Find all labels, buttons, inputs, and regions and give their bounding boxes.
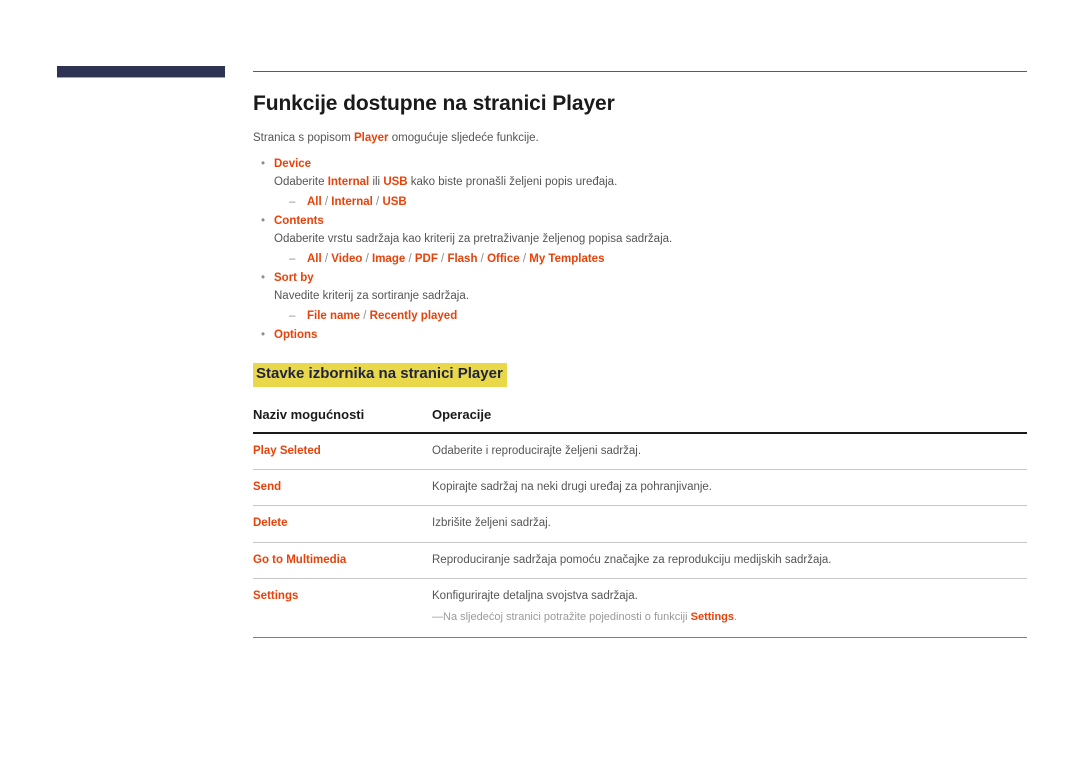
menu-item-operation: Kopirajte sadržaj na neki drugi uređaj z… <box>432 481 713 494</box>
sub-bullet-marker-icon: – <box>289 309 296 322</box>
description-text: Odaberite <box>274 176 328 189</box>
navy-accent-bar <box>57 66 225 78</box>
bullet-label: Contents <box>274 215 324 228</box>
sub-heading-wrapper: Stavke izbornika na stranici Player <box>253 363 1027 387</box>
sub-bullet-marker-icon: – <box>289 195 296 208</box>
feature-bullet-item: • Sort by Navedite kriterij za sortiranje … <box>253 270 1027 325</box>
note-text-after: . <box>734 611 738 624</box>
option-separator: / <box>437 252 448 265</box>
option-separator: / <box>477 252 488 265</box>
bullet-sub-options-row: – File name / Recently played <box>253 307 1027 325</box>
menu-item-name: Delete <box>253 505 432 543</box>
option-separator: / <box>519 252 530 265</box>
description-text: ili <box>369 176 384 189</box>
column-header-name: Naziv mogućnosti <box>253 406 432 434</box>
bullet-description: Odaberite Internal ili USB kako biste pr… <box>253 174 1027 192</box>
bullet-label-row: • Device <box>253 156 1027 174</box>
option-separator: / <box>360 309 370 322</box>
menu-item-name: Send <box>253 469 432 507</box>
operation-note: —Na sljedećoj stranici potražite pojedin… <box>432 610 1027 625</box>
bullet-sub-options-row: – All / Video / Image / PDF / Flash / Off… <box>253 250 1027 268</box>
option-separator: / <box>321 195 332 208</box>
option-separator: / <box>405 252 415 265</box>
option-separator: / <box>372 195 383 208</box>
menu-item-name: Settings <box>253 578 432 638</box>
feature-bullet-item: • Options <box>253 327 1027 345</box>
table-body: Play Seleted Odaberite i reproducirajte ž… <box>253 432 1027 638</box>
menu-item-name: Play Seleted <box>253 432 432 471</box>
table-header-row: Naziv mogućnosti Operacije <box>253 406 1027 434</box>
menu-item-operation: Reproduciranje sadržaja pomoću značajke … <box>432 553 832 566</box>
bullet-description: Odaberite vrstu sadržaja kao kriterij za… <box>253 231 1027 249</box>
sub-option-value: Recently played <box>369 309 458 322</box>
intro-paragraph: Stranica s popisom Player omogućuje slje… <box>253 130 1027 147</box>
sub-option-value: Office <box>487 252 520 265</box>
bullet-label: Sort by <box>274 272 314 285</box>
bullet-label-row: • Options <box>253 327 1027 345</box>
intro-text-after: omogućuje sljedeće funkcije. <box>388 132 539 144</box>
bullet-sub-options-row: – All / Internal / USB <box>253 193 1027 211</box>
sub-option-value: Internal <box>331 195 373 208</box>
menu-item-name: Go to Multimedia <box>253 542 432 579</box>
bullet-label: Options <box>274 329 318 342</box>
bullet-label-row: • Contents <box>253 213 1027 231</box>
intro-keyword: Player <box>354 132 389 144</box>
bullet-label-row: • Sort by <box>253 270 1027 288</box>
note-keyword: Settings <box>690 611 735 624</box>
menu-item-operation: Odaberite i reproducirajte željeni sadrž… <box>432 444 642 457</box>
intro-text-before: Stranica s popisom <box>253 132 354 144</box>
menu-item-operation-cell: Konfigurirajte detaljna svojstva sadržaj… <box>432 578 1027 638</box>
option-separator: / <box>362 252 372 265</box>
feature-bullet-list: • Device Odaberite Internal ili USB kako b… <box>253 156 1027 345</box>
description-keyword: USB <box>383 176 408 189</box>
page-title: Funkcije dostupne na stranici Player <box>253 92 615 115</box>
table-row: Send Kopirajte sadržaj na neki drugi uređ… <box>253 469 1027 507</box>
bullet-marker-icon: • <box>261 272 266 285</box>
bullet-marker-icon: • <box>261 215 266 228</box>
menu-item-operation-cell: Kopirajte sadržaj na neki drugi uređaj z… <box>432 469 1027 507</box>
document-content: Funkcije dostupne na stranici Player Str… <box>253 92 1027 638</box>
sub-bullet-marker-icon: – <box>289 252 296 265</box>
sub-option-value: All <box>307 252 322 265</box>
sub-option-value: My Templates <box>529 252 605 265</box>
option-separator: / <box>321 252 332 265</box>
sub-option-value: USB <box>382 195 407 208</box>
column-header-operation: Operacije <box>432 406 1027 434</box>
header-horizontal-rule <box>253 71 1027 72</box>
description-keyword: Internal <box>327 176 370 189</box>
note-dash-icon: — <box>432 611 443 624</box>
sub-option-value: All <box>307 195 322 208</box>
page-header-decoration <box>0 66 1080 80</box>
description-text: kako biste pronašli željeni popis uređaj… <box>407 176 618 189</box>
menu-items-table: Naziv mogućnosti Operacije Play Seleted O… <box>253 406 1027 638</box>
bullet-marker-icon: • <box>261 158 266 171</box>
bullet-marker-icon: • <box>261 329 266 342</box>
sub-option-value: File name <box>307 309 361 322</box>
sub-option-value: Image <box>372 252 406 265</box>
table-row: Delete Izbrišite željeni sadržaj. <box>253 505 1027 543</box>
table-row: Go to Multimedia Reproduciranje sadržaja … <box>253 542 1027 579</box>
menu-item-operation-cell: Izbrišite željeni sadržaj. <box>432 505 1027 543</box>
note-text-before: Na sljedećoj stranici potražite pojedino… <box>443 611 691 624</box>
sub-option-value: PDF <box>414 252 438 265</box>
table-row: Play Seleted Odaberite i reproducirajte ž… <box>253 432 1027 471</box>
bullet-label: Device <box>274 158 312 171</box>
feature-bullet-item: • Contents Odaberite vrstu sadržaja kao kr… <box>253 213 1027 268</box>
feature-bullet-item: • Device Odaberite Internal ili USB kako b… <box>253 156 1027 211</box>
sub-option-value: Flash <box>447 252 478 265</box>
menu-item-operation: Izbrišite željeni sadržaj. <box>432 517 551 530</box>
bullet-description: Navedite kriterij za sortiranje sadržaja… <box>253 288 1027 306</box>
description-text: Odaberite vrstu sadržaja kao kriterij za… <box>274 233 673 246</box>
highlighted-sub-heading: Stavke izbornika na stranici Player <box>253 363 507 387</box>
menu-item-operation-cell: Odaberite i reproducirajte željeni sadrž… <box>432 432 1027 471</box>
sub-option-value: Video <box>331 252 363 265</box>
description-text: Navedite kriterij za sortiranje sadržaja… <box>274 290 469 303</box>
menu-item-operation: Konfigurirajte detaljna svojstva sadržaj… <box>432 589 638 602</box>
menu-item-operation-cell: Reproduciranje sadržaja pomoću značajke … <box>432 542 1027 579</box>
table-row: Settings Konfigurirajte detaljna svojstva… <box>253 578 1027 638</box>
